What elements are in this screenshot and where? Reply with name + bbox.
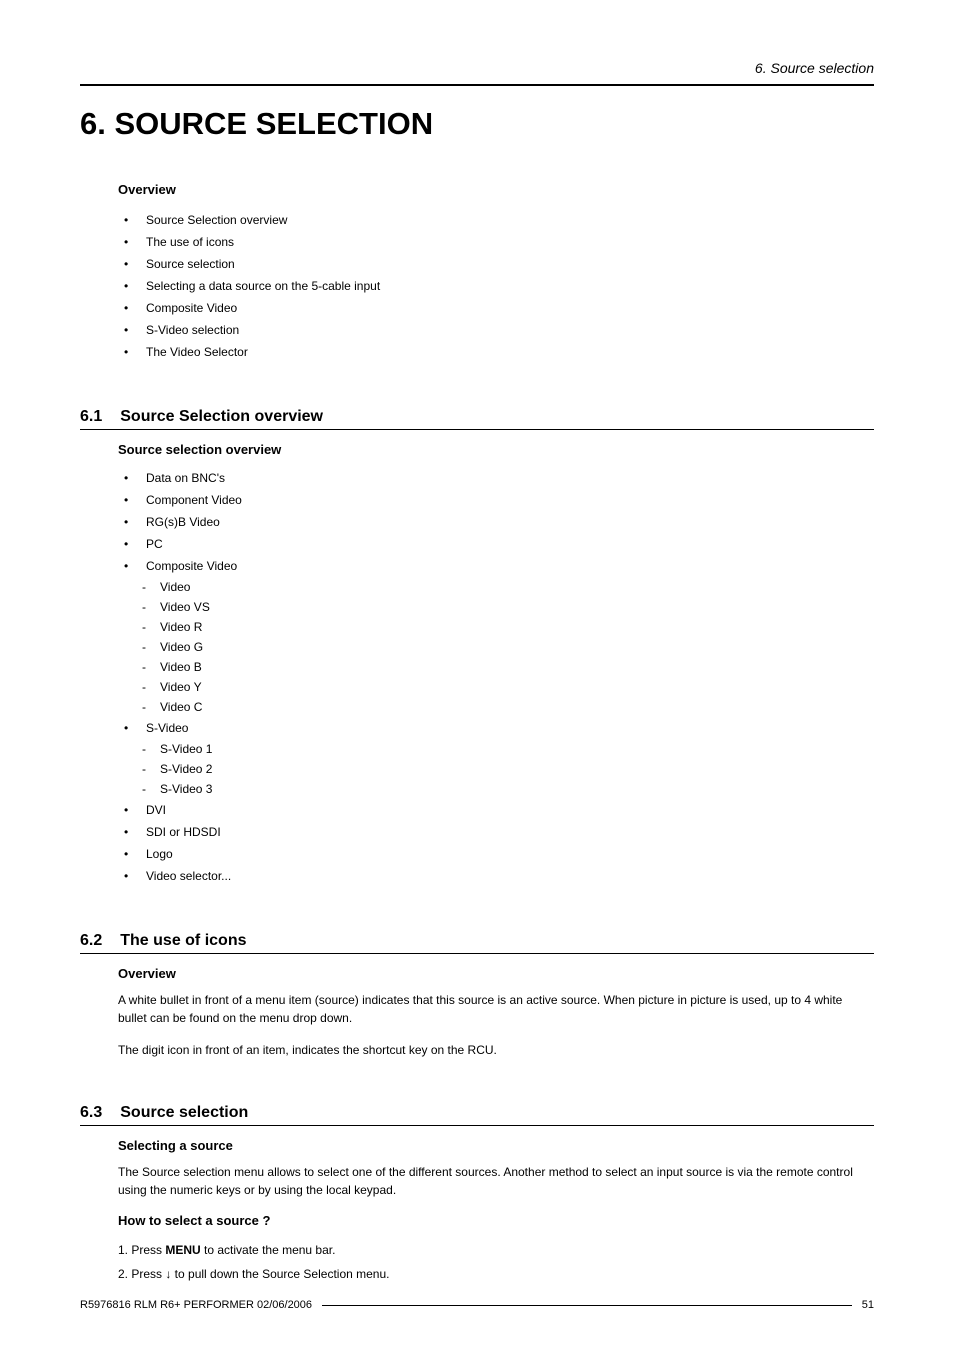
body-paragraph: A white bullet in front of a menu item (… — [118, 991, 874, 1027]
overview-list: Source Selection overview The use of ico… — [118, 209, 874, 363]
page-number: 51 — [862, 1299, 874, 1311]
list-item: DVI — [118, 799, 874, 821]
list-item: S-Video — [118, 717, 874, 739]
list-item: RG(s)B Video — [118, 511, 874, 533]
section-title: Source selection — [120, 1104, 248, 1121]
section-number: 6.3 — [80, 1104, 102, 1122]
list-item: Video B — [134, 657, 874, 677]
footer-document-id: R5976816 RLM R6+ PERFORMER 02/06/2006 — [80, 1299, 312, 1311]
section-heading: 6.2 The use of icons — [80, 932, 874, 954]
list-item: Composite Video — [118, 555, 874, 577]
list-item: S-Video 2 — [134, 759, 874, 779]
header-rule — [80, 84, 874, 86]
list-item: Video R — [134, 617, 874, 637]
list-item: SDI or HDSDI — [118, 821, 874, 843]
steps-list: 1. Press MENU to activate the menu bar. … — [118, 1238, 874, 1286]
list-item: Video G — [134, 637, 874, 657]
list-item: Source Selection overview — [118, 209, 874, 231]
step-item: 1. Press MENU to activate the menu bar. — [118, 1238, 874, 1262]
list-item: Video selector... — [118, 865, 874, 887]
section-6-2: 6.2 The use of icons Overview A white bul… — [80, 932, 874, 1059]
section-heading: 6.1 Source Selection overview — [80, 408, 874, 430]
section-heading: 6.3 Source selection — [80, 1104, 874, 1126]
list-item: Video VS — [134, 597, 874, 617]
section-6-3: 6.3 Source selection Selecting a source T… — [80, 1104, 874, 1286]
section-title: Source Selection overview — [120, 408, 323, 425]
list-item: Composite Video — [118, 297, 874, 319]
list-item: Source selection — [118, 253, 874, 275]
subsection-heading: Source selection overview — [118, 442, 874, 457]
step-bold: MENU — [165, 1243, 200, 1257]
source-list-cont2: DVI SDI or HDSDI Logo Video selector... — [118, 799, 874, 887]
overview-heading: Overview — [118, 182, 874, 197]
chapter-overview-section: Overview Source Selection overview The u… — [118, 182, 874, 363]
list-item: Selecting a data source on the 5-cable i… — [118, 275, 874, 297]
section-title: The use of icons — [120, 932, 246, 949]
list-item: The Video Selector — [118, 341, 874, 363]
step-text: 1. Press — [118, 1243, 165, 1257]
chapter-title: 6. SOURCE SELECTION — [80, 106, 874, 142]
step-text: to activate the menu bar. — [201, 1243, 336, 1257]
composite-sublist: Video Video VS Video R Video G Video B V… — [134, 577, 874, 717]
list-item: S-Video selection — [118, 319, 874, 341]
list-item: Video C — [134, 697, 874, 717]
list-item: PC — [118, 533, 874, 555]
footer-rule — [322, 1305, 852, 1306]
source-list-cont: S-Video — [118, 717, 874, 739]
svideo-sublist: S-Video 1 S-Video 2 S-Video 3 — [134, 739, 874, 799]
list-item: S-Video 3 — [134, 779, 874, 799]
source-list: Data on BNC's Component Video RG(s)B Vid… — [118, 467, 874, 577]
step-item: 2. Press ↓ to pull down the Source Selec… — [118, 1262, 874, 1286]
body-paragraph: The digit icon in front of an item, indi… — [118, 1041, 874, 1059]
subsection-heading: How to select a source ? — [118, 1213, 874, 1228]
subsection-heading: Overview — [118, 966, 874, 981]
subsection-heading: Selecting a source — [118, 1138, 874, 1153]
list-item: The use of icons — [118, 231, 874, 253]
list-item: Data on BNC's — [118, 467, 874, 489]
list-item: Logo — [118, 843, 874, 865]
page-footer: R5976816 RLM R6+ PERFORMER 02/06/2006 51 — [80, 1299, 874, 1311]
section-6-1: 6.1 Source Selection overview Source sele… — [80, 408, 874, 887]
running-header: 6. Source selection — [80, 60, 874, 76]
list-item: Video — [134, 577, 874, 597]
list-item: Component Video — [118, 489, 874, 511]
list-item: Video Y — [134, 677, 874, 697]
body-paragraph: The Source selection menu allows to sele… — [118, 1163, 874, 1199]
list-item: S-Video 1 — [134, 739, 874, 759]
section-number: 6.1 — [80, 408, 102, 426]
section-number: 6.2 — [80, 932, 102, 950]
